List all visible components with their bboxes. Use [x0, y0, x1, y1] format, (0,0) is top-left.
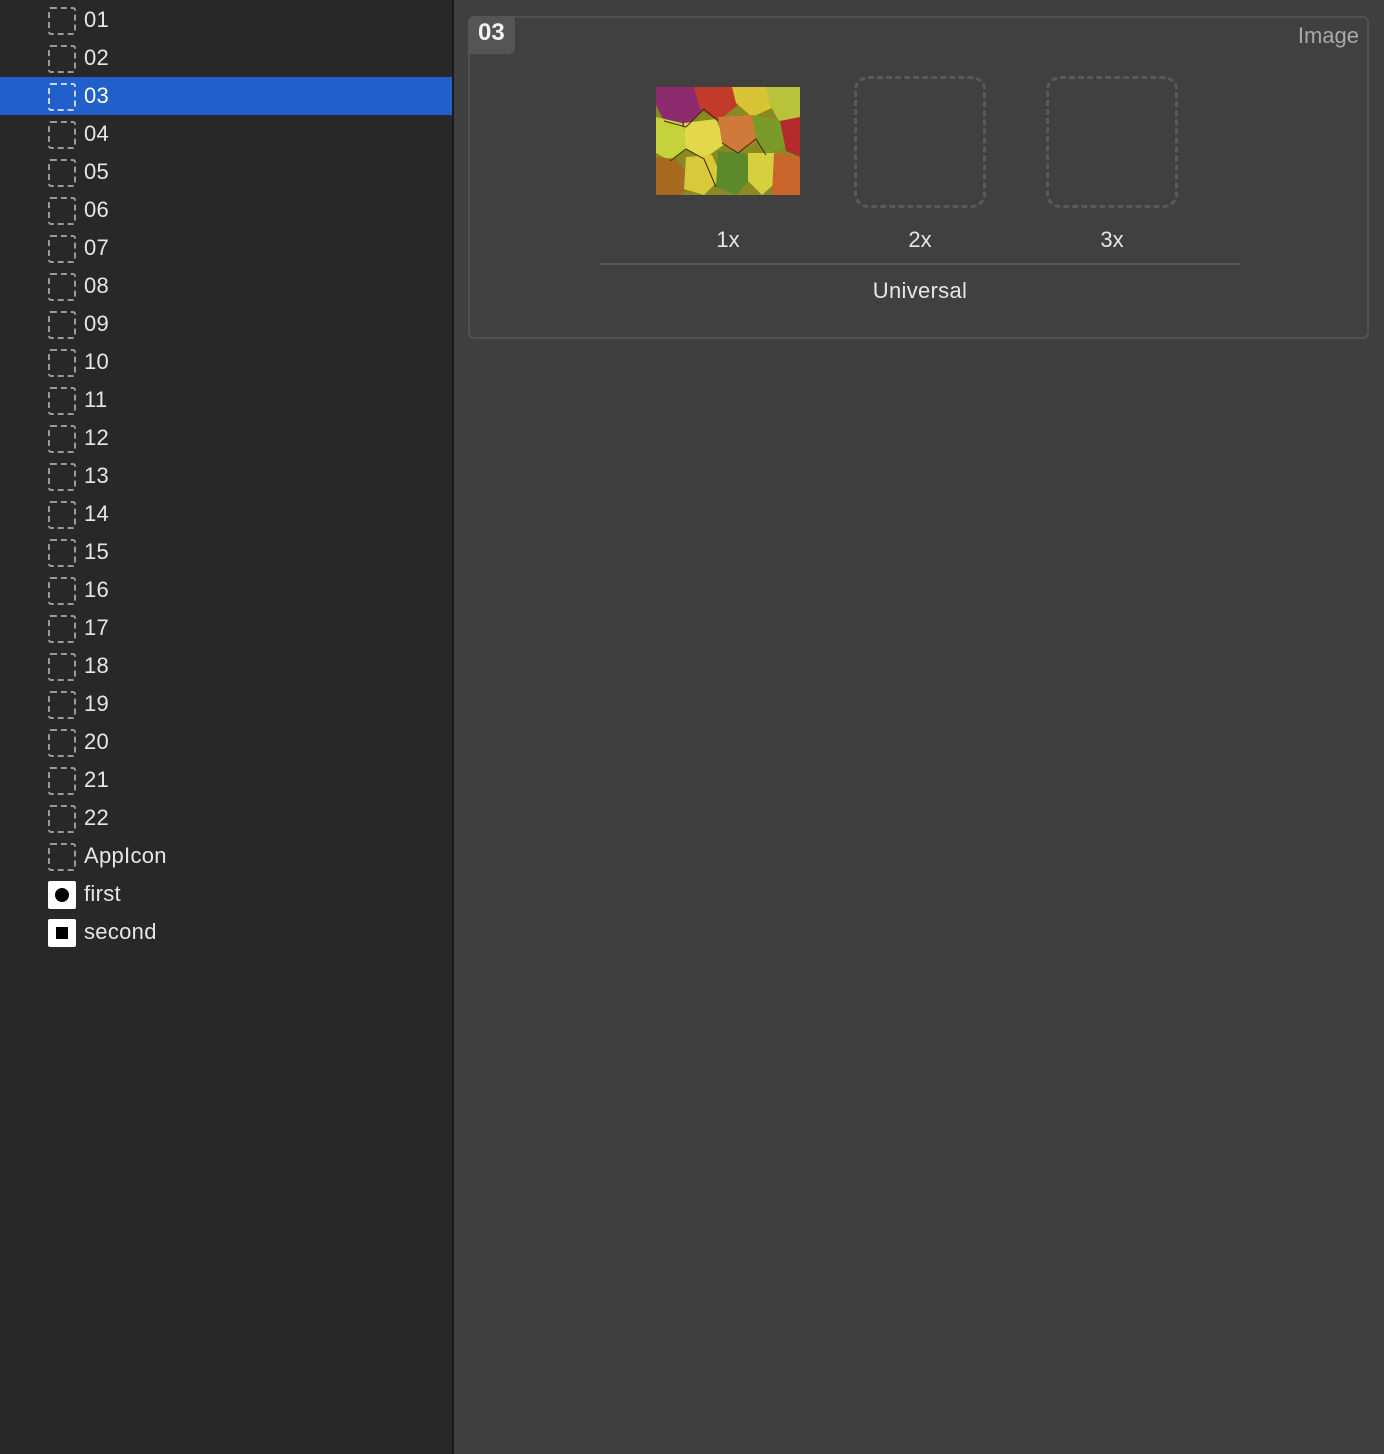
sidebar-item-label: 13	[84, 463, 110, 488]
sidebar-item-label: 22	[84, 805, 110, 830]
sidebar-item-15[interactable]: 15	[0, 533, 452, 571]
sidebar-item-label: 11	[84, 387, 108, 412]
sidebar-item-09[interactable]: 09	[0, 305, 452, 343]
sidebar-item-label: 12	[84, 425, 110, 450]
sidebar-item-label: 04	[84, 121, 110, 146]
sidebar-item-label: 14	[84, 501, 110, 526]
sidebar-item-label: 03	[84, 83, 110, 108]
asset-editor: 03 Image 1x 2x 3x Universal	[454, 0, 1384, 1454]
dashed-square-icon	[48, 7, 76, 35]
group-divider	[600, 263, 1240, 265]
dashed-square-icon	[48, 843, 76, 871]
sidebar-item-22[interactable]: 22	[0, 799, 452, 837]
sidebar-item-label: 15	[84, 539, 110, 564]
sidebar-item-label: 20	[84, 729, 110, 754]
dashed-square-icon	[48, 577, 76, 605]
dashed-square-icon	[48, 729, 76, 757]
sidebar-item-label: 21	[84, 767, 110, 792]
sidebar-item-19[interactable]: 19	[0, 685, 452, 723]
dashed-square-icon	[48, 45, 76, 73]
sidebar-item-label: 08	[84, 273, 110, 298]
sidebar-item-17[interactable]: 17	[0, 609, 452, 647]
sidebar-item-01[interactable]: 01	[0, 1, 452, 39]
asset-list-sidebar: 01 02 03 04 05 06 07 08 09 10 11 12 13 14 15 16 17 18 19 20…	[0, 0, 454, 1454]
square-tab-icon	[48, 919, 76, 947]
dashed-square-icon	[48, 767, 76, 795]
group-label: Universal	[872, 278, 968, 303]
sidebar-item-label: 17	[84, 615, 110, 640]
sidebar-item-13[interactable]: 13	[0, 457, 452, 495]
sidebar-item-label: 06	[84, 197, 110, 222]
dashed-square-icon	[48, 83, 76, 111]
dashed-square-icon	[48, 121, 76, 149]
sidebar-item-label: 10	[84, 349, 110, 374]
dashed-square-icon	[48, 615, 76, 643]
dashed-square-icon	[48, 311, 76, 339]
autumn-leaves-image[interactable]	[656, 87, 800, 195]
slot-label-1x: 1x	[716, 227, 740, 252]
sidebar-item-label: 19	[84, 691, 110, 716]
dashed-square-icon	[48, 653, 76, 681]
dashed-square-icon	[48, 159, 76, 187]
sidebar-item-16[interactable]: 16	[0, 571, 452, 609]
sidebar-item-label: 07	[84, 235, 110, 260]
sidebar-item-02[interactable]: 02	[0, 39, 452, 77]
sidebar-item-07[interactable]: 07	[0, 229, 452, 267]
sidebar-item-06[interactable]: 06	[0, 191, 452, 229]
sidebar-item-label: second	[84, 919, 157, 944]
asset-list: 01 02 03 04 05 06 07 08 09 10 11 12 13 14 15 16 17 18 19 20…	[0, 1, 452, 951]
dashed-square-icon	[48, 273, 76, 301]
dashed-square-icon	[48, 805, 76, 833]
slot-label-3x: 3x	[1100, 227, 1124, 252]
sidebar-item-14[interactable]: 14	[0, 495, 452, 533]
sidebar-item-label: 09	[84, 311, 110, 336]
dashed-square-icon	[48, 539, 76, 567]
empty-slot-2x[interactable]	[854, 76, 986, 208]
sidebar-item-18[interactable]: 18	[0, 647, 452, 685]
sidebar-item-12[interactable]: 12	[0, 419, 452, 457]
sidebar-item-label: first	[84, 881, 121, 906]
sidebar-item-label: 05	[84, 159, 110, 184]
sidebar-item-05[interactable]: 05	[0, 153, 452, 191]
dashed-square-icon	[48, 425, 76, 453]
asset-type-label: Image	[1297, 23, 1359, 48]
empty-slot-3x[interactable]	[1046, 76, 1178, 208]
dashed-square-icon	[48, 235, 76, 263]
slot-label-2x: 2x	[908, 227, 932, 252]
dashed-square-icon	[48, 691, 76, 719]
sidebar-item-label: AppIcon	[84, 843, 167, 868]
sidebar-item-label: 01	[84, 7, 110, 32]
asset-catalog-window: 01 02 03 04 05 06 07 08 09 10 11 12 13 14 15 16 17 18 19 20…	[0, 0, 1384, 1454]
sidebar-item-03[interactable]: 03	[0, 77, 452, 115]
sidebar-item-20[interactable]: 20	[0, 723, 452, 761]
dashed-square-icon	[48, 463, 76, 491]
sidebar-item-label: 18	[84, 653, 110, 678]
circle-tab-icon	[48, 881, 76, 909]
image-set-card[interactable]: 03 Image 1x 2x 3x Universal	[468, 16, 1369, 339]
sidebar-item-21[interactable]: 21	[0, 761, 452, 799]
sidebar-item-second[interactable]: second	[0, 913, 452, 951]
dashed-square-icon	[48, 501, 76, 529]
sidebar-item-label: 02	[84, 45, 110, 70]
sidebar-item-10[interactable]: 10	[0, 343, 452, 381]
sidebar-item-08[interactable]: 08	[0, 267, 452, 305]
dashed-square-icon	[48, 387, 76, 415]
dashed-square-icon	[48, 349, 76, 377]
sidebar-item-04[interactable]: 04	[0, 115, 452, 153]
sidebar-item-appicon[interactable]: AppIcon	[0, 837, 452, 875]
sidebar-item-first[interactable]: first	[0, 875, 452, 913]
asset-name-tab: 03	[468, 16, 515, 54]
dashed-square-icon	[48, 197, 76, 225]
sidebar-item-label: 16	[84, 577, 110, 602]
sidebar-item-11[interactable]: 11	[0, 381, 452, 419]
